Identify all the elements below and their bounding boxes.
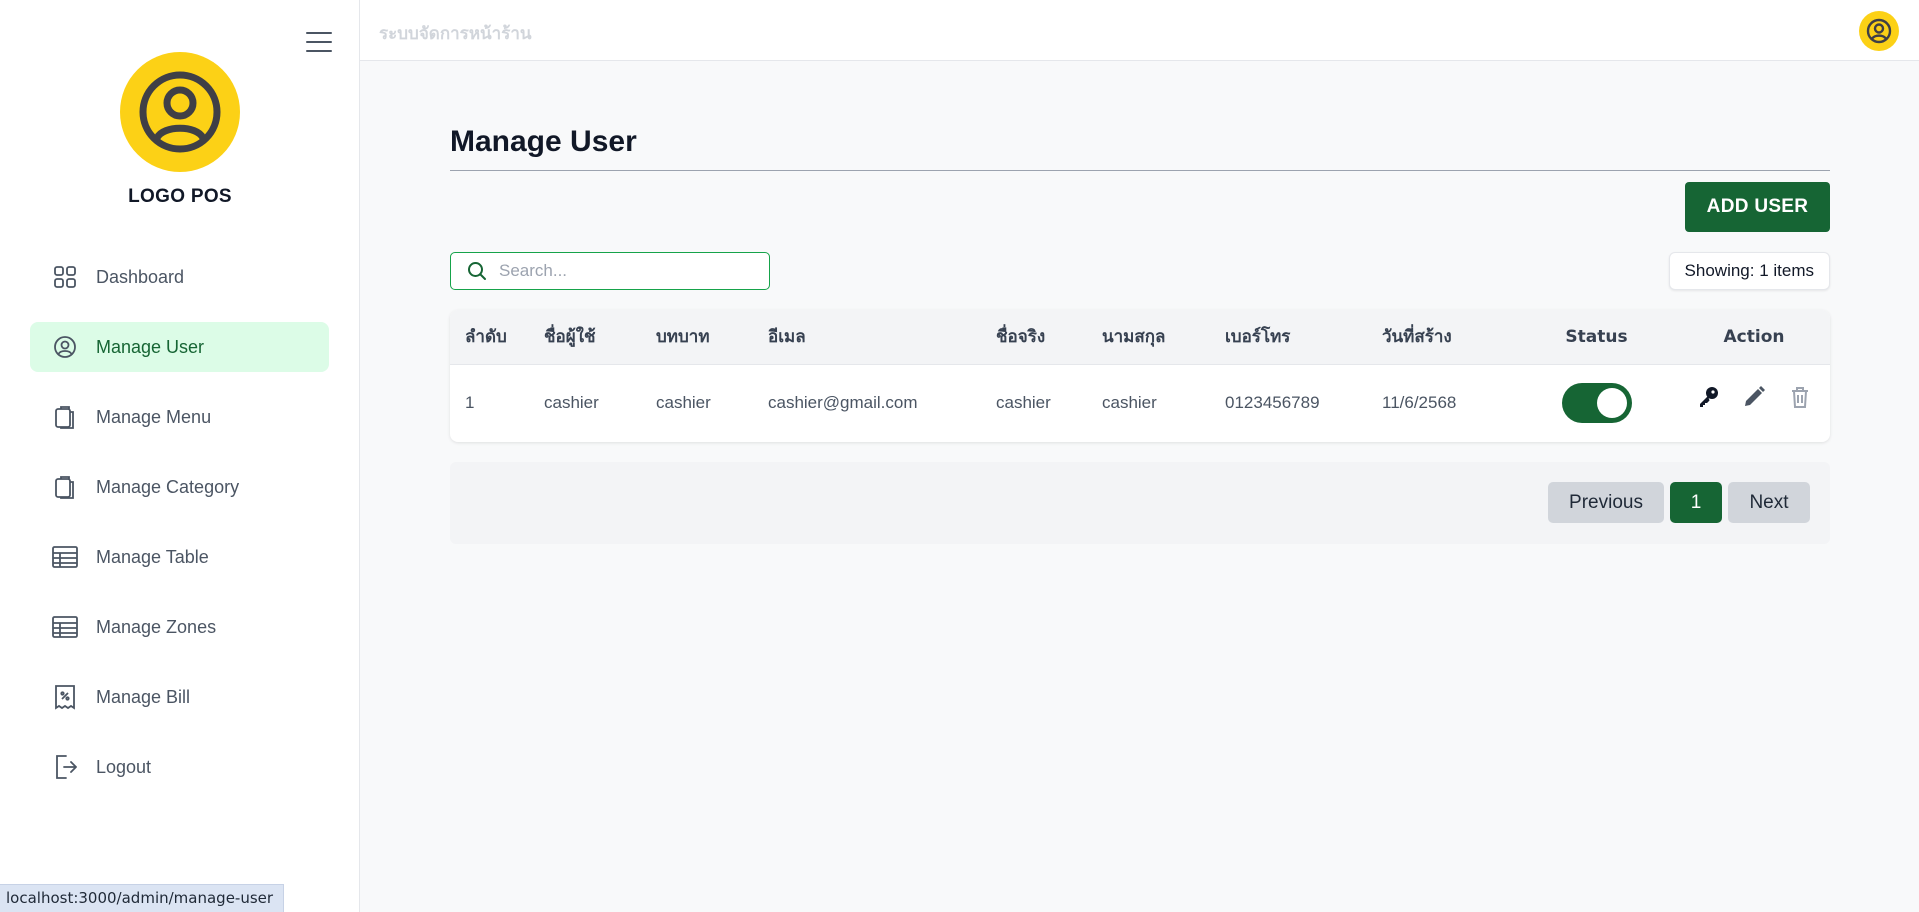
title-divider <box>450 170 1830 171</box>
avatar[interactable] <box>1859 11 1899 51</box>
table-icon <box>52 544 78 570</box>
column-header: วันที่สร้าง <box>1382 327 1452 348</box>
table-row: 1 cashier cashier cashier@gmail.com cash… <box>450 364 1830 442</box>
cell-created: 11/6/2568 <box>1382 393 1457 413</box>
search-icon <box>468 262 486 280</box>
user-avatar-icon <box>1866 18 1892 44</box>
column-header: เบอร์โทร <box>1225 327 1291 348</box>
sidebar-item-manage-table[interactable]: Manage Table <box>30 532 329 582</box>
users-table: ลำดับ ชื่อผู้ใช้ บทบาท อีเมล ชื่อจริง นา… <box>450 310 1830 442</box>
clipboard-icon <box>52 474 78 500</box>
add-user-button[interactable]: ADD USER <box>1685 182 1830 232</box>
sidebar-item-label: Manage Bill <box>96 686 191 707</box>
sidebar-item-label: Manage Menu <box>96 406 212 427</box>
items-count-badge: Showing: 1 items <box>1668 252 1830 290</box>
page-number-button[interactable]: 1 <box>1670 482 1722 523</box>
column-header: อีเมล <box>768 327 806 348</box>
column-header: ลำดับ <box>465 327 507 348</box>
top-bar-title: ระบบจัดการหน้าร้าน <box>379 24 532 44</box>
sidebar-item-label: Logout <box>96 756 152 777</box>
next-page-button[interactable]: Next <box>1728 482 1810 523</box>
cell-username: cashier <box>544 393 599 413</box>
column-header: ชื่อผู้ใช้ <box>544 327 596 348</box>
logo-title: LOGO POS <box>128 186 232 207</box>
sidebar-item-manage-zones[interactable]: Manage Zones <box>30 602 329 652</box>
top-bar: ระบบจัดการหน้าร้าน <box>360 0 1919 61</box>
sidebar-item-label: Manage User <box>96 336 205 357</box>
app-root: LOGO POS Dashboard Manage User Manage Me… <box>0 0 1919 912</box>
sidebar-item-label: Manage Table <box>96 546 209 567</box>
column-header: บทบาท <box>656 327 710 348</box>
cell-role: cashier <box>656 393 711 413</box>
receipt-icon <box>52 684 78 710</box>
toggle-knob <box>1596 388 1627 419</box>
status-toggle[interactable] <box>1561 383 1632 424</box>
cell-phone: 0123456789 <box>1225 393 1320 413</box>
table-icon <box>52 614 78 640</box>
sidebar-item-manage-menu[interactable]: Manage Menu <box>30 392 329 442</box>
column-header: ชื่อจริง <box>996 327 1046 348</box>
logout-icon <box>52 754 78 780</box>
edit-pencil-icon[interactable] <box>1741 384 1767 410</box>
sidebar-item-dashboard[interactable]: Dashboard <box>30 252 329 302</box>
search-input[interactable] <box>499 261 739 281</box>
column-header: Status <box>1565 326 1628 347</box>
status-bar-url: localhost:3000/admin/manage-user <box>0 884 285 912</box>
cell-last-name: cashier <box>1102 393 1157 413</box>
cell-no: 1 <box>465 393 475 413</box>
cell-email: cashier@gmail.com <box>768 393 918 413</box>
table-header-row: ลำดับ ชื่อผู้ใช้ บทบาท อีเมล ชื่อจริง นา… <box>450 310 1830 364</box>
sidebar-item-label: Manage Zones <box>96 616 217 637</box>
sidebar-item-manage-bill[interactable]: Manage Bill <box>30 672 329 722</box>
sidebar-item-label: Manage Category <box>96 476 240 497</box>
sidebar-item-logout[interactable]: Logout <box>30 742 329 792</box>
sidebar-item-manage-category[interactable]: Manage Category <box>30 462 329 512</box>
sidebar-nav: Dashboard Manage User Manage Menu Manage… <box>30 252 329 812</box>
delete-trash-icon[interactable] <box>1787 384 1813 410</box>
clipboard-icon <box>52 404 78 430</box>
cell-first-name: cashier <box>996 393 1051 413</box>
logo-user-icon <box>120 52 240 172</box>
sidebar-item-manage-user[interactable]: Manage User <box>30 322 329 372</box>
sidebar: LOGO POS Dashboard Manage User Manage Me… <box>0 0 360 912</box>
sidebar-item-label: Dashboard <box>96 266 185 287</box>
dashboard-grid-icon <box>52 264 78 290</box>
cell-actions <box>1678 364 1830 442</box>
search-box <box>450 252 770 290</box>
column-header: นามสกุล <box>1102 327 1166 348</box>
hamburger-menu-icon[interactable] <box>306 32 332 52</box>
previous-page-button[interactable]: Previous <box>1548 482 1664 523</box>
user-circle-icon <box>52 334 78 360</box>
pagination-bar: Previous 1 Next <box>450 462 1830 544</box>
reset-password-key-icon[interactable] <box>1695 384 1721 410</box>
pagination: Previous 1 Next <box>1548 482 1810 523</box>
column-header: Action <box>1723 326 1785 347</box>
cell-status <box>1515 364 1678 442</box>
page-title: Manage User <box>450 125 637 158</box>
